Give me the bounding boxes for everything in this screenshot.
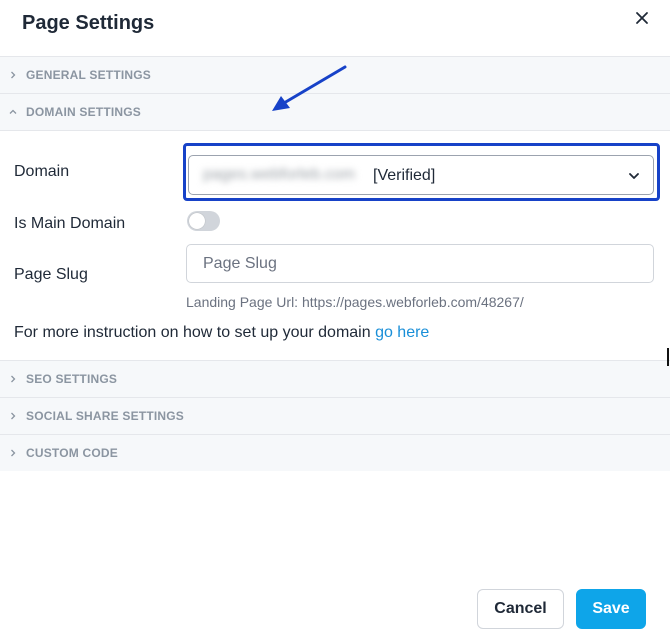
section-custom-code[interactable]: CUSTOM CODE	[0, 434, 670, 471]
main-domain-label: Is Main Domain	[14, 215, 126, 232]
close-button[interactable]	[628, 4, 656, 32]
landing-page-url: Landing Page Url: https://pages.webforle…	[186, 294, 524, 310]
chevron-right-icon	[11, 412, 16, 420]
chevron-right-icon	[11, 71, 16, 79]
section-social-share-settings[interactable]: SOCIAL SHARE SETTINGS	[0, 397, 670, 434]
domain-label: Domain	[14, 163, 70, 180]
section-label: CUSTOM CODE	[26, 446, 118, 460]
instruction-text: For more instruction on how to set up yo…	[14, 324, 376, 341]
domain-value-blurred: pages.webforleb.com	[203, 166, 356, 183]
domain-select[interactable]: pages.webforleb.com [Verified]	[188, 155, 654, 195]
page-slug-input[interactable]	[186, 244, 654, 283]
instruction-link[interactable]: go here	[375, 324, 429, 341]
section-label: DOMAIN SETTINGS	[26, 105, 142, 119]
section-label: SEO SETTINGS	[26, 372, 118, 386]
page-slug-label: Page Slug	[14, 266, 88, 283]
section-domain-settings[interactable]: DOMAIN SETTINGS	[0, 93, 670, 130]
dialog-header: Page Settings	[0, 0, 670, 56]
chevron-right-icon	[11, 375, 16, 383]
text-cursor-icon	[667, 348, 669, 366]
cancel-button[interactable]: Cancel	[477, 589, 564, 629]
chevron-right-icon	[11, 449, 16, 457]
section-seo-settings[interactable]: SEO SETTINGS	[0, 360, 670, 397]
section-label: SOCIAL SHARE SETTINGS	[26, 409, 184, 423]
domain-instruction: For more instruction on how to set up yo…	[14, 324, 429, 342]
main-domain-toggle[interactable]	[187, 211, 220, 231]
section-label: GENERAL SETTINGS	[26, 68, 151, 82]
section-general-settings[interactable]: GENERAL SETTINGS	[0, 56, 670, 93]
domain-status: [Verified]	[373, 167, 436, 184]
toggle-knob	[189, 213, 205, 229]
close-icon	[636, 12, 648, 24]
dialog-title: Page Settings	[22, 12, 155, 34]
chevron-down-icon	[629, 173, 639, 179]
chevron-up-icon	[9, 109, 17, 114]
save-button[interactable]: Save	[576, 589, 646, 629]
